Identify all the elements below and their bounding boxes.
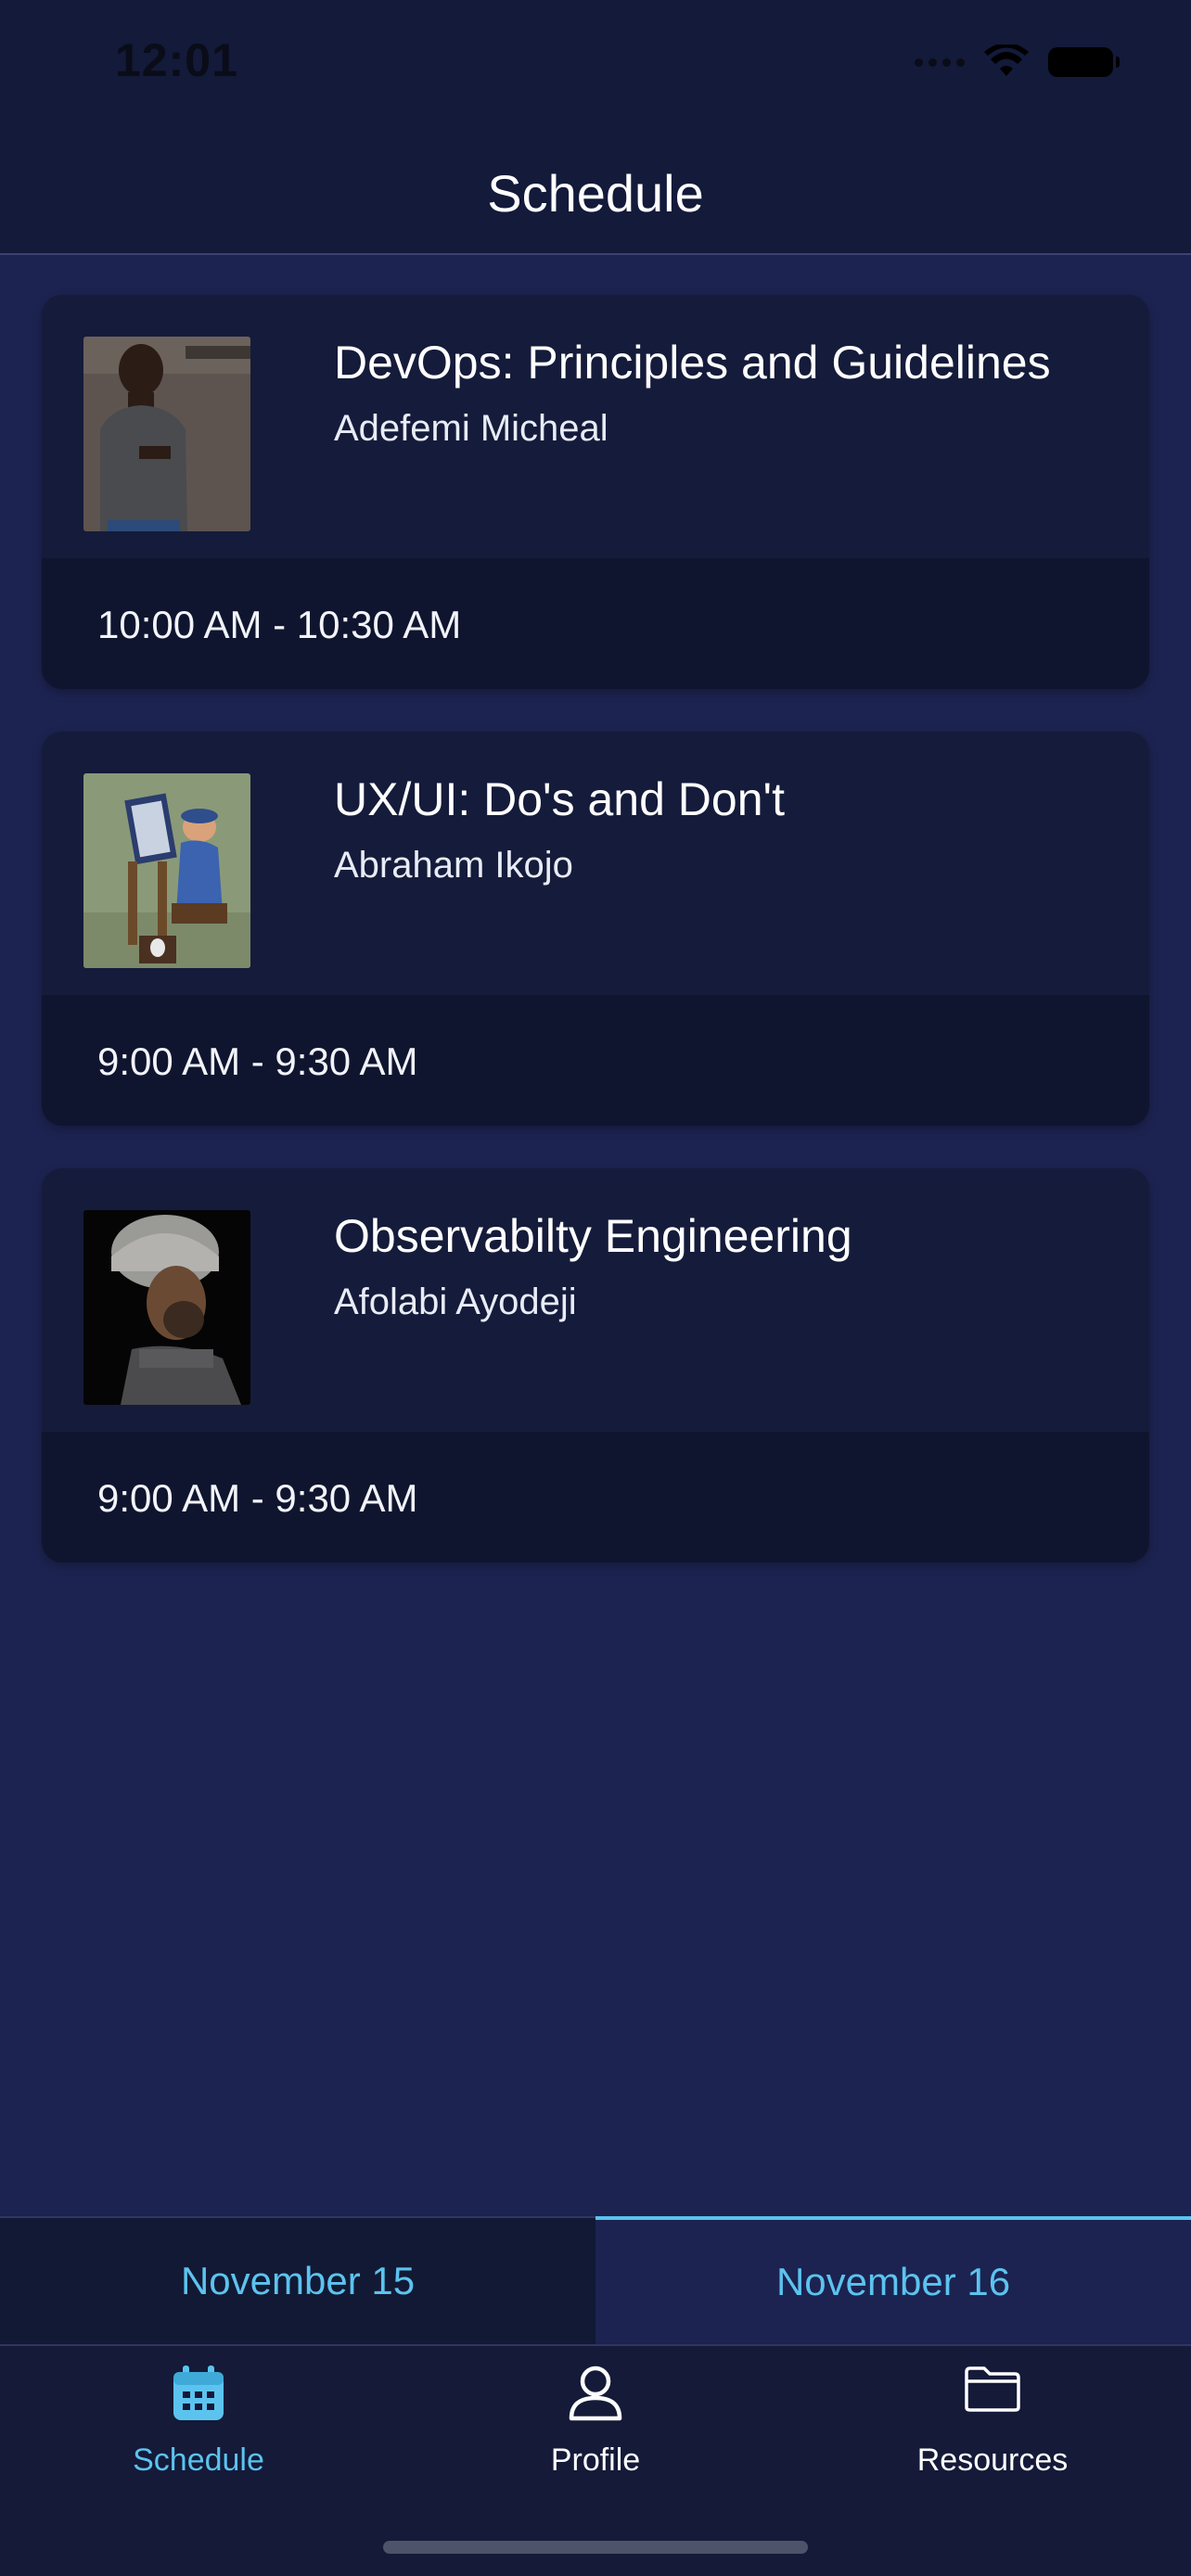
- session-title: UX/UI: Do's and Don't: [334, 773, 785, 825]
- session-title: Observabilty Engineering: [334, 1210, 852, 1262]
- home-indicator: [383, 2541, 808, 2554]
- session-time-row: 9:00 AM - 9:30 AM: [42, 995, 1149, 1126]
- session-card[interactable]: UX/UI: Do's and Don't Abraham Ikojo 9:00…: [42, 732, 1149, 1126]
- session-card-header: UX/UI: Do's and Don't Abraham Ikojo: [42, 732, 1149, 995]
- session-title: DevOps: Principles and Guidelines: [334, 337, 1051, 389]
- session-time: 10:00 AM - 10:30 AM: [97, 603, 462, 646]
- wifi-icon: [984, 45, 1029, 76]
- page-title: Schedule: [487, 164, 704, 223]
- tab-label: Schedule: [133, 2442, 264, 2478]
- battery-icon: [1048, 47, 1120, 77]
- cellular-signal-icon: [915, 57, 965, 67]
- session-card[interactable]: DevOps: Principles and Guidelines Adefem…: [42, 295, 1149, 689]
- session-time-row: 10:00 AM - 10:30 AM: [42, 558, 1149, 689]
- status-time: 12:01: [115, 34, 238, 86]
- speaker-photo: [83, 773, 250, 968]
- day-tabs: November 15 November 16: [0, 2216, 1191, 2346]
- session-speaker: Adefemi Micheal: [334, 408, 608, 449]
- person-icon: [569, 2366, 622, 2421]
- speaker-photo: [83, 1210, 250, 1405]
- session-speaker: Abraham Ikojo: [334, 845, 573, 886]
- session-card[interactable]: Observabilty Engineering Afolabi Ayodeji…: [42, 1168, 1149, 1562]
- speaker-photo: [83, 337, 250, 531]
- session-time: 9:00 AM - 9:30 AM: [97, 1039, 418, 1083]
- session-card-header: Observabilty Engineering Afolabi Ayodeji: [42, 1168, 1149, 1432]
- status-icons: [915, 45, 1120, 80]
- session-card-header: DevOps: Principles and Guidelines Adefem…: [42, 295, 1149, 558]
- session-time-row: 9:00 AM - 9:30 AM: [42, 1432, 1149, 1562]
- session-list: DevOps: Principles and Guidelines Adefem…: [42, 295, 1149, 1605]
- tab-schedule[interactable]: Schedule: [0, 2346, 397, 2576]
- tab-resources[interactable]: Resources: [794, 2346, 1191, 2576]
- tab-label: Resources: [916, 2442, 1069, 2478]
- calendar-icon: [173, 2366, 224, 2420]
- tab-label: Profile: [550, 2442, 641, 2478]
- tab-november-16[interactable]: November 16: [596, 2216, 1191, 2344]
- session-time: 9:00 AM - 9:30 AM: [97, 1476, 418, 1520]
- tab-november-15[interactable]: November 15: [0, 2216, 596, 2344]
- session-speaker: Afolabi Ayodeji: [334, 1282, 577, 1322]
- navigation-bar: Schedule: [0, 139, 1191, 255]
- status-bar: 12:01: [0, 0, 1191, 139]
- folder-icon: [965, 2366, 1020, 2412]
